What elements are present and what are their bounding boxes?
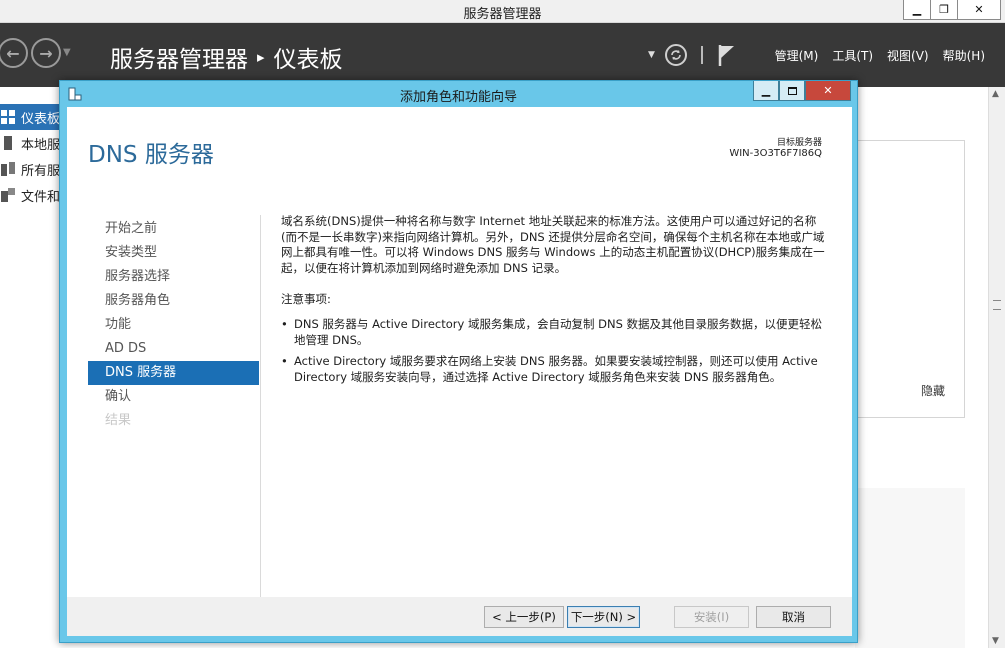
sidebar-item-dashboard[interactable]: 仪表板 — [0, 104, 60, 130]
main-scrollbar[interactable]: ▲ ▼ — [988, 87, 1005, 648]
sidebar: 仪表板 本地服务器 所有服务器 文件和存储服务 — [0, 104, 60, 208]
back-arrow-icon[interactable]: ← — [0, 38, 28, 68]
breadcrumb: 服务器管理器 ▸ 仪表板 — [110, 40, 343, 74]
scroll-down-icon[interactable]: ▼ — [992, 636, 999, 646]
nav-features[interactable]: 功能 — [88, 313, 259, 337]
restore-button[interactable]: ❐ — [930, 0, 958, 20]
hide-link[interactable]: 隐藏 — [921, 382, 945, 399]
maximize-icon — [787, 86, 797, 95]
bullet-icon: • — [281, 316, 288, 331]
bullet-icon: • — [281, 354, 288, 369]
sidebar-item-label: 文件和存储服务 — [21, 189, 60, 205]
wizard-minimize-button[interactable]: ▁ — [753, 81, 779, 101]
forward-arrow-icon[interactable]: → — [31, 38, 61, 68]
target-server-label: 目标服务器 — [776, 138, 822, 148]
wizard-footer: < 上一步(P) 下一步(N) > 安装(I) 取消 — [67, 597, 852, 636]
history-dropdown-icon[interactable]: ▼ — [63, 47, 71, 58]
sidebar-item-label: 所有服务器 — [21, 163, 60, 179]
breadcrumb-page: 仪表板 — [273, 47, 343, 73]
header-menu: 管理(M) 工具(T) 视图(V) 帮助(H) — [775, 47, 985, 64]
dashboard-tile-lower — [855, 488, 965, 648]
close-button[interactable]: ✕ — [957, 0, 1001, 20]
note-text: Active Directory 域服务要求在网络上安装 DNS 服务器。如果要… — [294, 354, 818, 384]
dns-description: 域名系统(DNS)提供一种将名称与数字 Internet 地址关联起来的标准方法… — [281, 214, 825, 275]
note-text: DNS 服务器与 Active Directory 域服务集成，会自动复制 DN… — [294, 316, 823, 347]
note-item: • Active Directory 域服务要求在网络上安装 DNS 服务器。如… — [281, 354, 828, 385]
wizard-title: 添加角色和功能向导 — [399, 90, 517, 105]
scroll-up-icon[interactable]: ▲ — [992, 89, 999, 99]
nav-server-selection[interactable]: 服务器选择 — [88, 265, 259, 289]
sidebar-item-all-servers[interactable]: 所有服务器 — [0, 156, 60, 182]
target-server-value: WIN-3O3T6F7I86Q — [729, 148, 822, 159]
server-manager-titlebar: 服务器管理器 ▁ ❐ ✕ — [0, 0, 1005, 23]
wizard-body: DNS 服务器 目标服务器 WIN-3O3T6F7I86Q 开始之前 安装类型 … — [67, 107, 852, 600]
add-roles-wizard: 添加角色和功能向导 ▁ ✕ DNS 服务器 目标服务器 WIN-3O3T6F7I… — [59, 80, 858, 643]
server-icon — [4, 136, 12, 150]
notes-title: 注意事项: — [281, 292, 331, 307]
dashboard-tile — [855, 140, 965, 418]
scroll-thumb[interactable] — [993, 300, 1001, 310]
wizard-maximize-button[interactable] — [779, 81, 805, 101]
menu-manage[interactable]: 管理(M) — [775, 47, 819, 64]
previous-button[interactable]: < 上一步(P) — [484, 606, 564, 628]
menu-view[interactable]: 视图(V) — [887, 47, 929, 64]
nav-before-you-begin[interactable]: 开始之前 — [88, 217, 259, 241]
server-manager-header: ← → ▼ 服务器管理器 ▸ 仪表板 ▼ 管理(M) 工具(T) 视图(V) 帮… — [0, 23, 1005, 87]
nav-results: 结果 — [105, 413, 132, 428]
page-title: DNS 服务器 — [88, 142, 214, 168]
servers-icon — [1, 162, 15, 176]
window-title: 服务器管理器 — [463, 7, 542, 22]
header-icons: ▼ — [648, 43, 737, 67]
sidebar-item-file-storage[interactable]: 文件和存储服务 — [0, 182, 60, 208]
nav-ad-ds[interactable]: AD DS — [88, 337, 259, 361]
install-button: 安装(I) — [674, 606, 749, 628]
nav-server-roles[interactable]: 服务器角色 — [88, 289, 259, 313]
nav-confirmation[interactable]: 确认 — [88, 385, 259, 409]
nav-dns-server[interactable]: DNS 服务器 — [88, 361, 259, 385]
next-button[interactable]: 下一步(N) > — [567, 606, 640, 628]
header-divider — [700, 46, 703, 64]
refresh-icon[interactable] — [664, 43, 688, 67]
wizard-content: 域名系统(DNS)提供一种将名称与数字 Internet 地址关联起来的标准方法… — [281, 214, 828, 385]
notifications-flag-icon[interactable] — [717, 43, 737, 67]
sidebar-item-label: 本地服务器 — [21, 137, 60, 153]
refresh-dropdown-icon[interactable]: ▼ — [648, 50, 655, 60]
menu-tools[interactable]: 工具(T) — [832, 47, 873, 64]
nav-divider — [260, 215, 261, 600]
sidebar-item-label: 仪表板 — [21, 111, 60, 127]
menu-help[interactable]: 帮助(H) — [943, 47, 985, 64]
file-storage-icon — [1, 188, 15, 202]
nav-installation-type[interactable]: 安装类型 — [88, 241, 259, 265]
cancel-button[interactable]: 取消 — [756, 606, 831, 628]
minimize-button[interactable]: ▁ — [903, 0, 931, 20]
wizard-nav: 开始之前 安装类型 服务器选择 服务器角色 功能 AD DS DNS 服务器 确… — [88, 217, 259, 433]
note-item: • DNS 服务器与 Active Directory 域服务集成，会自动复制 … — [281, 317, 828, 348]
breadcrumb-app[interactable]: 服务器管理器 — [110, 40, 248, 74]
sidebar-item-local-server[interactable]: 本地服务器 — [0, 130, 60, 156]
wizard-close-button[interactable]: ✕ — [805, 81, 851, 101]
dashboard-icon — [1, 110, 15, 124]
breadcrumb-separator-icon: ▸ — [257, 48, 265, 66]
